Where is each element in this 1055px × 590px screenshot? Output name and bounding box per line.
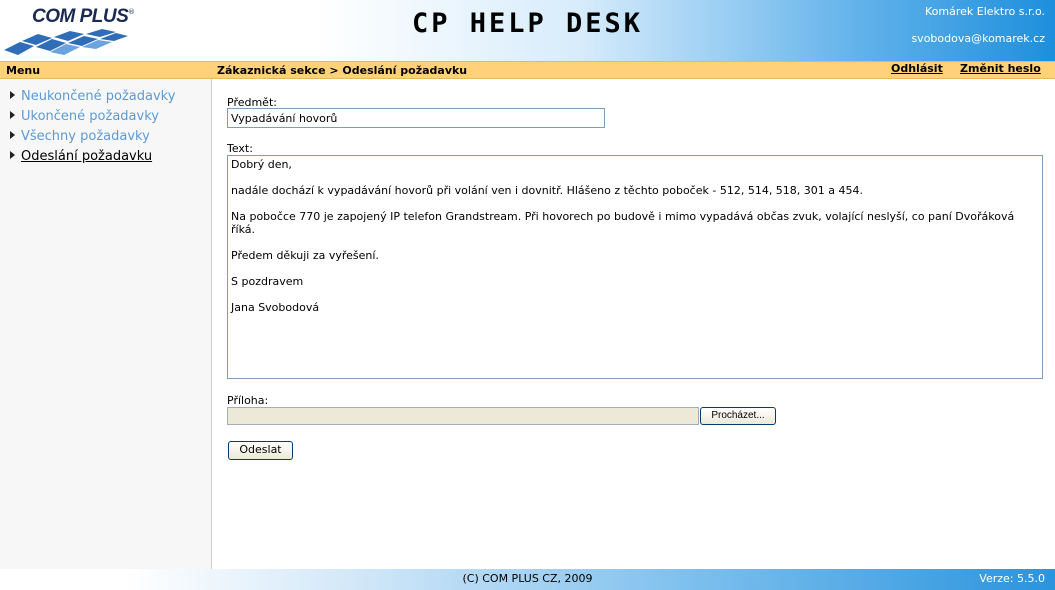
triangle-right-icon [10,111,15,119]
triangle-right-icon [10,91,15,99]
sidebar-item-label: Odeslání požadavku [21,149,153,164]
app-title: CP HELP DESK [411,8,644,39]
text-label: Text: [227,142,253,155]
header: COM PLUS ® CP HELP DESK Komárek Elektro … [0,0,1055,61]
attachment-label: Příloha: [227,394,269,407]
copyright: (C) COM PLUS CZ, 2009 [462,572,593,585]
sidebar: Neukončené požadavky Ukončené požadavky … [0,79,212,569]
sidebar-item-label: Ukončené požadavky [21,109,159,124]
triangle-right-icon [10,131,15,139]
send-button[interactable]: Odeslat [228,441,293,460]
text-area[interactable]: Dobrý den, nadále dochází k vypadávání h… [227,155,1043,379]
nav-bar: Menu Zákaznická sekce > Odeslání požadav… [0,61,1055,79]
sidebar-item-all-requests[interactable]: Všechny požadavky [10,129,150,145]
main-content: Předmět: Text: Dobrý den, nadále dochází… [213,79,1055,569]
sidebar-item-label: Neukončené požadavky [21,89,176,104]
change-password-link[interactable]: Změnit heslo [960,62,1041,75]
menu-title: Menu [6,64,41,77]
logout-link[interactable]: Odhlásit [891,62,943,75]
user-email: svobodova@komarek.cz [911,32,1045,45]
version: Verze: 5.5.0 [979,572,1045,585]
browse-button[interactable]: Procházet... [700,407,776,425]
subject-input[interactable] [227,108,605,128]
sidebar-item-send-request[interactable]: Odeslání požadavku [10,149,152,165]
attachment-field[interactable] [227,407,699,425]
breadcrumb: Zákaznická sekce > Odeslání požadavku [217,64,468,77]
sidebar-item-open-requests[interactable]: Neukončené požadavky [10,89,175,105]
triangle-right-icon [10,151,15,159]
company-name: Komárek Elektro s.r.o. [924,5,1045,18]
sidebar-item-label: Všechny požadavky [21,129,150,144]
sidebar-item-closed-requests[interactable]: Ukončené požadavky [10,109,159,125]
footer: (C) COM PLUS CZ, 2009 Verze: 5.5.0 [0,569,1055,590]
